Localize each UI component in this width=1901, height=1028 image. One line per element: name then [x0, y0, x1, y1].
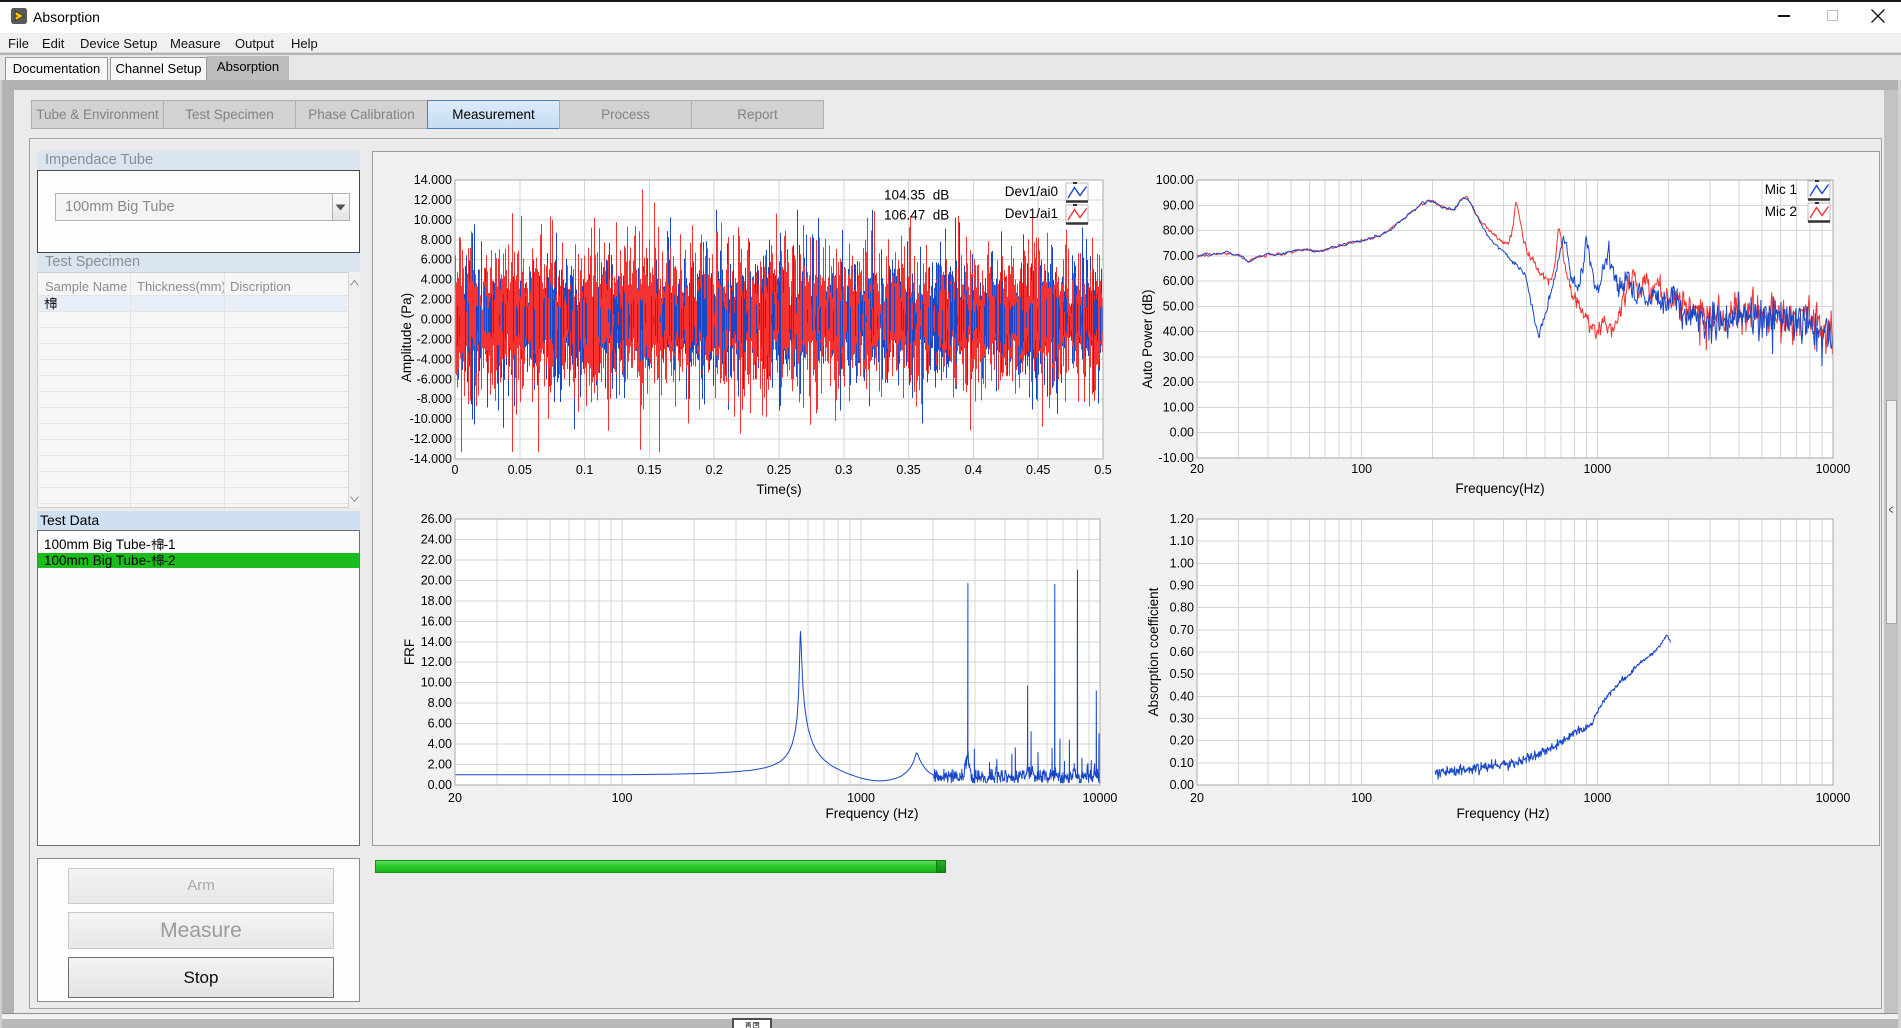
svg-text:0.40: 0.40: [1170, 689, 1194, 703]
svg-text:10000: 10000: [1816, 791, 1851, 805]
svg-text:Dev1/ai0: Dev1/ai0: [1005, 184, 1058, 199]
svg-text:10000: 10000: [1816, 462, 1851, 476]
svg-text:90.00: 90.00: [1163, 198, 1194, 212]
svg-text:Frequency (Hz): Frequency (Hz): [825, 806, 918, 821]
svg-text:2.00: 2.00: [428, 758, 452, 772]
svg-text:100: 100: [612, 791, 633, 805]
svg-text:0.90: 0.90: [1170, 579, 1194, 593]
svg-text:0.5: 0.5: [1094, 463, 1111, 477]
svg-text:1.20: 1.20: [1170, 512, 1194, 526]
svg-text:Frequency(Hz): Frequency(Hz): [1455, 481, 1544, 496]
svg-text:0.45: 0.45: [1026, 463, 1050, 477]
svg-text:22.00: 22.00: [421, 553, 452, 567]
svg-text:0.30: 0.30: [1170, 712, 1194, 726]
svg-text:0.80: 0.80: [1170, 601, 1194, 615]
svg-text:20.00: 20.00: [1163, 375, 1194, 389]
svg-text:104.35 dB: 104.35 dB: [884, 188, 949, 203]
svg-text:FRF: FRF: [402, 639, 417, 665]
svg-text:0.50: 0.50: [1170, 667, 1194, 681]
svg-text:Mic 1: Mic 1: [1765, 182, 1797, 197]
svg-text:1000: 1000: [1583, 791, 1611, 805]
svg-text:0.00: 0.00: [1170, 426, 1194, 440]
svg-text:0.25: 0.25: [767, 463, 791, 477]
svg-text:14.000: 14.000: [414, 173, 452, 187]
svg-text:26.00: 26.00: [421, 512, 452, 526]
svg-text:0.00: 0.00: [1170, 778, 1194, 792]
svg-text:30.00: 30.00: [1163, 350, 1194, 364]
svg-text:14.00: 14.00: [421, 635, 452, 649]
svg-text:1.00: 1.00: [1170, 556, 1194, 570]
svg-text:1000: 1000: [847, 791, 875, 805]
svg-text:-2.000: -2.000: [417, 332, 452, 346]
svg-text:50.00: 50.00: [1163, 299, 1194, 313]
svg-text:0.2: 0.2: [706, 463, 723, 477]
svg-text:16.00: 16.00: [421, 614, 452, 628]
svg-text:60.00: 60.00: [1163, 274, 1194, 288]
svg-text:12.000: 12.000: [414, 193, 452, 207]
svg-text:Mic 2: Mic 2: [1765, 204, 1797, 219]
svg-text:18.00: 18.00: [421, 594, 452, 608]
svg-text:10000: 10000: [1083, 791, 1118, 805]
svg-text:Time(s): Time(s): [756, 482, 801, 497]
svg-text:0.35: 0.35: [896, 463, 920, 477]
svg-text:10.00: 10.00: [421, 676, 452, 690]
svg-text:0.00: 0.00: [428, 778, 452, 792]
svg-text:1000: 1000: [1583, 462, 1611, 476]
svg-text:20: 20: [448, 791, 462, 805]
svg-text:20: 20: [1190, 791, 1204, 805]
svg-text:0.1: 0.1: [576, 463, 593, 477]
svg-text:0.20: 0.20: [1170, 734, 1194, 748]
svg-text:0: 0: [452, 463, 459, 477]
svg-text:70.00: 70.00: [1163, 249, 1194, 263]
svg-text:4.000: 4.000: [421, 273, 452, 287]
svg-text:40.00: 40.00: [1163, 325, 1194, 339]
svg-text:20: 20: [1190, 462, 1204, 476]
svg-text:0.15: 0.15: [637, 463, 661, 477]
svg-text:20.00: 20.00: [421, 573, 452, 587]
svg-text:-6.000: -6.000: [417, 372, 452, 386]
svg-text:0.3: 0.3: [835, 463, 852, 477]
svg-text:0.05: 0.05: [508, 463, 532, 477]
svg-text:0.4: 0.4: [965, 463, 982, 477]
svg-text:12.00: 12.00: [421, 655, 452, 669]
svg-text:6.000: 6.000: [421, 253, 452, 267]
svg-text:4.00: 4.00: [428, 737, 452, 751]
svg-text:6.00: 6.00: [428, 717, 452, 731]
svg-text:100: 100: [1351, 462, 1372, 476]
svg-text:-4.000: -4.000: [417, 352, 452, 366]
svg-text:24.00: 24.00: [421, 532, 452, 546]
svg-text:-8.000: -8.000: [417, 392, 452, 406]
svg-text:8.000: 8.000: [421, 233, 452, 247]
svg-text:Auto Power (dB): Auto Power (dB): [1140, 289, 1155, 388]
svg-text:80.00: 80.00: [1163, 224, 1194, 238]
svg-text:0.70: 0.70: [1170, 623, 1194, 637]
svg-text:100.00: 100.00: [1156, 173, 1194, 187]
svg-text:106.47 dB: 106.47 dB: [884, 208, 949, 223]
svg-text:0.60: 0.60: [1170, 645, 1194, 659]
svg-text:-10.00: -10.00: [1159, 451, 1194, 465]
svg-text:0.000: 0.000: [421, 313, 452, 327]
svg-text:8.00: 8.00: [428, 696, 452, 710]
svg-text:1.10: 1.10: [1170, 534, 1194, 548]
svg-text:Dev1/ai1: Dev1/ai1: [1005, 206, 1058, 221]
svg-text:Amplitude (Pa): Amplitude (Pa): [399, 293, 414, 382]
svg-text:Absorption coefficient: Absorption coefficient: [1146, 587, 1161, 716]
svg-text:-14.000: -14.000: [410, 452, 452, 466]
svg-text:10.000: 10.000: [414, 213, 452, 227]
svg-text:2.000: 2.000: [421, 293, 452, 307]
svg-text:0.10: 0.10: [1170, 756, 1194, 770]
svg-text:-12.000: -12.000: [410, 432, 452, 446]
svg-text:100: 100: [1351, 791, 1372, 805]
svg-text:10.00: 10.00: [1163, 400, 1194, 414]
svg-text:Frequency (Hz): Frequency (Hz): [1456, 806, 1549, 821]
svg-text:-10.000: -10.000: [410, 412, 452, 426]
